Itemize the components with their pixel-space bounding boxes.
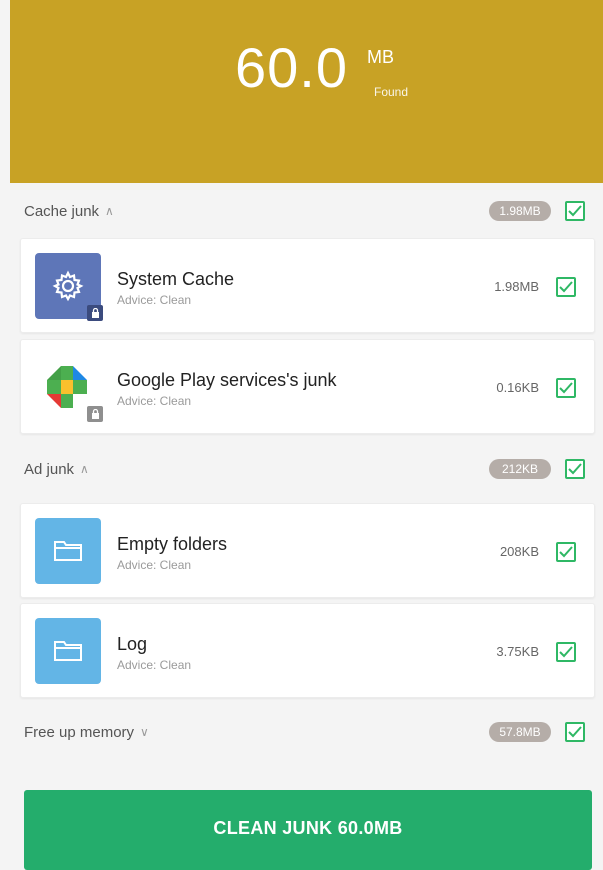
item-name: Empty folders [117,534,228,554]
check-icon [568,463,582,475]
clean-junk-label: CLEAN JUNK 60.0MB [213,818,403,838]
section-checkbox[interactable] [565,459,585,479]
check-icon [568,726,582,738]
section-checkbox[interactable] [565,201,585,221]
found-unit: MB [367,47,394,67]
item-checkbox[interactable] [556,642,576,662]
section-ad-junk[interactable]: Ad junk ∧ 212KB [10,443,603,495]
item-name: Google Play services's junk [117,370,337,390]
clean-junk-button[interactable]: CLEAN JUNK 60.0MB [24,790,592,870]
list-item-system-cache[interactable]: System Cache Advice: Clean 1.98MB [20,238,595,333]
chevron-up-icon: ∧ [105,204,114,218]
item-size: 208KB [499,544,539,559]
item-size: 3.75KB [496,644,539,659]
list-item-empty-folders[interactable]: Empty folders Advice: Clean 208KB [20,503,595,598]
item-advice: Advice: Clean [117,293,192,307]
section-cache-junk[interactable]: Cache junk ∧ 1.98MB [10,185,603,237]
section-label: Free up memory [24,723,135,741]
check-icon [559,382,573,394]
lock-icon [87,305,103,321]
chevron-down-icon: ∨ [140,725,149,739]
item-size: 1.98MB [494,279,539,294]
folder-icon [35,618,101,684]
list-item-google-play-services-junk[interactable]: Google Play services's junk Advice: Clea… [20,339,595,434]
section-free-up-memory[interactable]: Free up memory ∨ 57.8MB [10,706,603,758]
chevron-up-icon: ∧ [80,462,89,476]
found-label: Found [374,85,409,99]
google-play-services-icon [35,354,103,422]
item-checkbox[interactable] [556,277,576,297]
check-icon [559,281,573,293]
item-checkbox[interactable] [556,542,576,562]
list-item-log[interactable]: Log Advice: Clean 3.75KB [20,603,595,698]
item-name: Log [117,634,148,654]
item-advice: Advice: Clean [117,558,192,572]
section-checkbox[interactable] [565,722,585,742]
section-size-badge: 57.8MB [489,722,551,742]
item-advice: Advice: Clean [117,658,192,672]
junk-cleaner-screen: 60.0 MB Found Cache junk ∧ 1.98MB System… [10,0,603,870]
section-size-badge: 212KB [489,459,551,479]
lock-icon [87,406,103,422]
folder-icon [35,518,101,584]
check-icon [568,205,582,217]
check-icon [559,646,573,658]
check-icon [559,546,573,558]
section-size-badge: 1.98MB [489,201,551,221]
found-amount: 60.0 [235,36,348,99]
section-label: Cache junk [24,202,100,220]
system-cache-gear-icon [35,253,103,321]
found-summary-header: 60.0 MB Found [10,0,603,183]
item-size: 0.16KB [496,380,539,395]
item-advice: Advice: Clean [117,394,192,408]
item-checkbox[interactable] [556,378,576,398]
section-label: Ad junk [24,460,75,478]
item-name: System Cache [117,269,235,289]
